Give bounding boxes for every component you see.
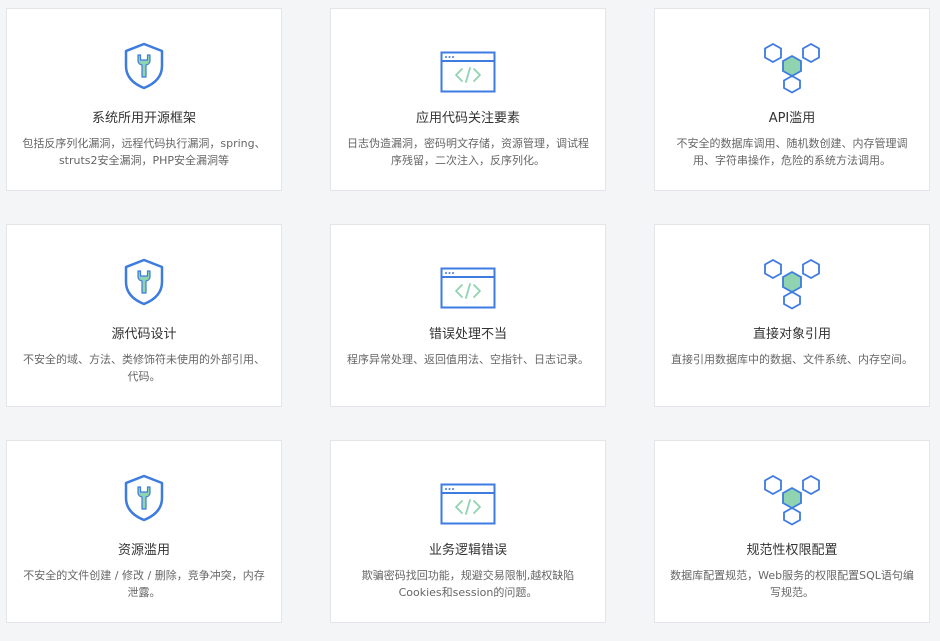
card-description: 不安全的域、方法、类修饰符未使用的外部引用、代码。 — [23, 353, 265, 383]
shield-wrench-icon — [7, 258, 281, 320]
card-description: 包括反序列化漏洞，远程代码执行漏洞，spring、struts2安全漏洞，PHP… — [22, 137, 266, 167]
card-app-code-elements: 应用代码关注要素 日志伪造漏洞，密码明文存储，资源管理，调试程序残留，二次注入，… — [330, 8, 606, 191]
card-direct-object-reference: 直接对象引用 直接引用数据库中的数据、文件系统、内存空间。 — [654, 224, 930, 407]
card-description: 日志伪造漏洞，密码明文存储，资源管理，调试程序残留，二次注入，反序列化。 — [347, 137, 589, 167]
card-error-handling: 错误处理不当 程序异常处理、返回值用法、空指针、日志记录。 — [330, 224, 606, 407]
card-title: 规范性权限配置 — [746, 543, 838, 558]
card-title: 源代码设计 — [111, 327, 177, 342]
card-title: 错误处理不当 — [428, 327, 507, 342]
card-description: 不安全的数据库调用、随机数创建、内存管理调用、字符串操作，危险的系统方法调用。 — [676, 137, 908, 167]
card-permission-config: 规范性权限配置 数据库配置规范，Web服务的权限配置SQL语句编写规范。 — [654, 440, 930, 623]
card-resource-abuse: 资源滥用 不安全的文件创建 / 修改 / 删除，竞争冲突，内存泄露。 — [6, 440, 282, 623]
card-description: 欺骗密码找回功能，规避交易限制,越权缺陷Cookies和session的问题。 — [361, 569, 575, 599]
card-open-source-framework: 系统所用开源框架 包括反序列化漏洞，远程代码执行漏洞，spring、struts… — [6, 8, 282, 191]
card-title: 业务逻辑错误 — [428, 543, 507, 558]
hexagon-cluster-icon — [655, 258, 929, 320]
card-description: 程序异常处理、返回值用法、空指针、日志记录。 — [347, 353, 589, 366]
code-window-icon — [331, 51, 605, 113]
card-description: 直接引用数据库中的数据、文件系统、内存空间。 — [671, 353, 913, 366]
card-title: 应用代码关注要素 — [415, 111, 520, 126]
hexagon-cluster-icon — [655, 42, 929, 104]
card-business-logic-error: 业务逻辑错误 欺骗密码找回功能，规避交易限制,越权缺陷Cookies和sessi… — [330, 440, 606, 623]
card-title: 直接对象引用 — [752, 327, 831, 342]
code-window-icon — [331, 267, 605, 329]
card-api-abuse: API滥用 不安全的数据库调用、随机数创建、内存管理调用、字符串操作，危险的系统… — [654, 8, 930, 191]
shield-wrench-icon — [7, 42, 281, 104]
hexagon-cluster-icon — [655, 474, 929, 536]
card-title: 资源滥用 — [117, 543, 170, 558]
shield-wrench-icon — [7, 474, 281, 536]
card-source-code-design: 源代码设计 不安全的域、方法、类修饰符未使用的外部引用、代码。 — [6, 224, 282, 407]
code-window-icon — [331, 483, 605, 545]
card-description: 不安全的文件创建 / 修改 / 删除，竞争冲突，内存泄露。 — [23, 569, 265, 599]
card-title: API滥用 — [768, 111, 816, 126]
card-description: 数据库配置规范，Web服务的权限配置SQL语句编写规范。 — [670, 569, 914, 599]
card-title: 系统所用开源框架 — [91, 111, 196, 126]
